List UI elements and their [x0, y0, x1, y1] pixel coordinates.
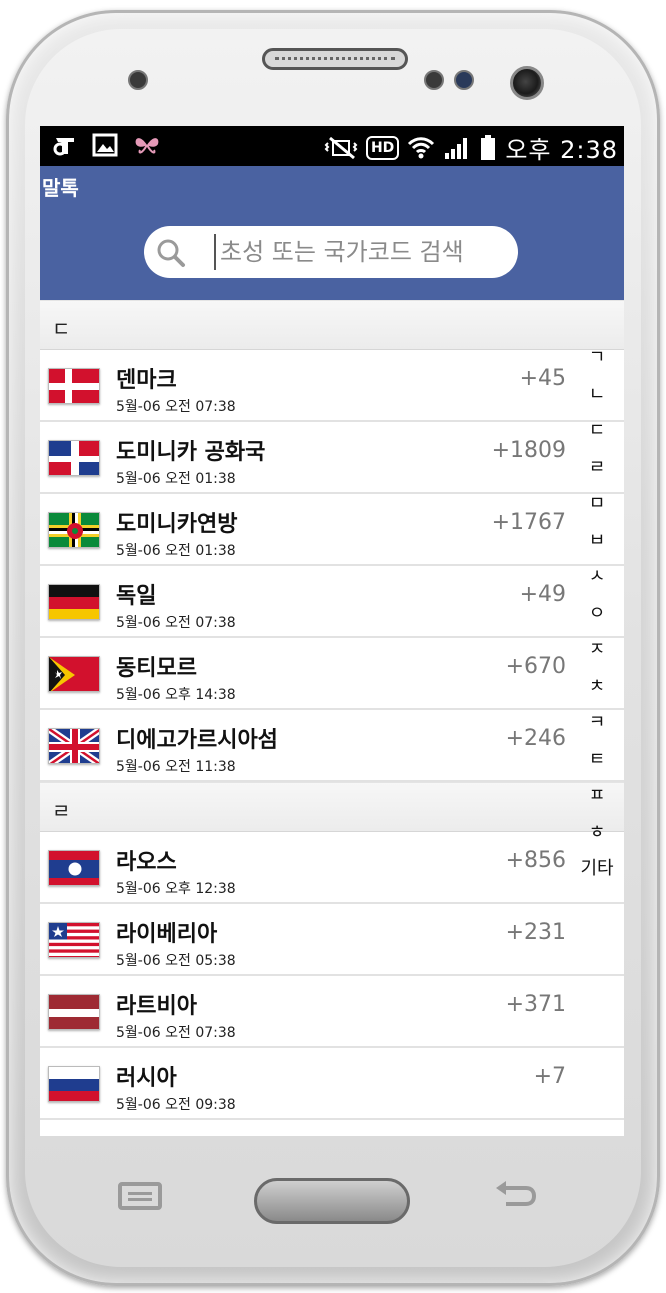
menu-button[interactable]: [118, 1182, 162, 1210]
country-name: 덴마크: [116, 368, 177, 393]
country-name: 라트비아: [116, 994, 197, 1019]
local-time: 5월-06 오후 14:38: [116, 687, 236, 703]
butterfly-icon: [135, 138, 159, 154]
dominica-flag-icon: [48, 512, 100, 548]
laos-flag-icon: [48, 850, 100, 886]
country-code: +246: [505, 726, 566, 751]
country-name: 동티모르: [116, 656, 197, 681]
index-item[interactable]: ㅈ: [589, 632, 606, 669]
index-item[interactable]: ㅅ: [589, 559, 606, 596]
local-time: 5월-06 오전 07:38: [116, 1025, 236, 1041]
front-sensor: [128, 70, 148, 90]
index-item[interactable]: ㅋ: [589, 705, 606, 742]
wifi-icon: [408, 136, 435, 158]
carrier-icon: [53, 138, 74, 156]
country-code: +231: [505, 920, 566, 945]
section-header-label: ㄹ: [52, 799, 71, 823]
index-item[interactable]: ㄹ: [589, 450, 606, 487]
country-code: +670: [505, 654, 566, 679]
liberia-flag-icon: [48, 922, 100, 958]
list-item[interactable]: 동티모르 5월-06 오후 14:38 +670: [40, 638, 624, 710]
mute-vibrate-icon: [324, 136, 358, 159]
country-code: +856: [505, 848, 566, 873]
country-name: 라오스: [116, 850, 177, 875]
index-item[interactable]: ㄱ: [589, 340, 606, 377]
country-code: +7: [533, 1064, 566, 1089]
country-name: 라이베리아: [116, 922, 218, 947]
east-timor-flag-icon: [48, 656, 100, 692]
country-code: +1809: [491, 438, 566, 463]
home-button[interactable]: [254, 1178, 410, 1224]
index-item[interactable]: 기타: [580, 851, 613, 888]
earpiece-speaker: [262, 48, 408, 70]
index-item[interactable]: ㅌ: [589, 742, 606, 779]
list-item[interactable]: 독일 5월-06 오전 07:38 +49: [40, 566, 624, 638]
country-code: +45: [519, 366, 566, 391]
list-item[interactable]: 라트비아 5월-06 오전 07:38 +371: [40, 976, 624, 1048]
light-sensor: [454, 70, 474, 90]
list-item[interactable]: 라이베리아 5월-06 오전 05:38 +231: [40, 904, 624, 976]
local-time: 5월-06 오전 07:38: [116, 615, 236, 631]
local-time: 5월-06 오전 07:38: [116, 399, 236, 415]
local-time: 5월-06 오전 09:38: [116, 1097, 236, 1113]
device-nav-buttons: [0, 1160, 666, 1240]
index-item[interactable]: ㄴ: [589, 377, 606, 414]
russia-flag-icon: [48, 1066, 100, 1102]
country-code: +371: [505, 992, 566, 1017]
dominican-republic-flag-icon: [48, 440, 100, 476]
local-time: 5월-06 오전 11:38: [116, 759, 236, 775]
local-time: 5월-06 오전 05:38: [116, 953, 236, 969]
search-box[interactable]: [144, 226, 518, 278]
list-item[interactable]: 도미니카 공화국 5월-06 오전 01:38 +1809: [40, 422, 624, 494]
hd-icon: HD: [365, 135, 400, 160]
list-item[interactable]: 디에고가르시아섬 5월-06 오전 11:38 +246: [40, 710, 624, 782]
germany-flag-icon: [48, 584, 100, 620]
index-item[interactable]: ㅎ: [589, 815, 606, 852]
country-name: 도미니카연방: [116, 512, 238, 537]
country-list: ㄷ 덴마크 5월-06 오전 07:38 +45 도미니카 공화국 5월-06 …: [40, 300, 624, 1120]
index-item[interactable]: ㄷ: [589, 413, 606, 450]
status-time: 오후 2:38: [505, 136, 618, 164]
list-item[interactable]: 러시아 5월-06 오전 09:38 +7: [40, 1048, 624, 1120]
section-header: ㄹ: [40, 782, 624, 832]
country-name: 독일: [116, 584, 157, 609]
country-name: 러시아: [116, 1066, 177, 1091]
battery-icon: [481, 134, 496, 160]
signal-icon: [445, 137, 468, 159]
index-item[interactable]: ㅂ: [589, 523, 606, 560]
app-header: 말톡: [40, 166, 624, 300]
country-code: +49: [519, 582, 566, 607]
country-name: 도미니카 공화국: [116, 440, 266, 465]
uk-flag-icon: [48, 728, 100, 764]
front-camera: [510, 66, 544, 100]
proximity-sensor: [424, 70, 444, 90]
section-header: ㄷ: [40, 300, 624, 350]
index-item[interactable]: ㅍ: [589, 778, 606, 815]
back-button[interactable]: [494, 1178, 538, 1214]
gallery-icon: [92, 133, 118, 157]
index-item[interactable]: ㅁ: [589, 486, 606, 523]
index-item[interactable]: ㅊ: [589, 669, 606, 706]
list-item[interactable]: 도미니카연방 5월-06 오전 01:38 +1767: [40, 494, 624, 566]
status-bar: HD 오후 2:38: [40, 126, 624, 166]
screen: HD 오후 2:38 말톡 초성 또는 국가코드 검색 ㄷ 덴마크 5월-06 …: [40, 126, 624, 1136]
latvia-flag-icon: [48, 994, 100, 1030]
country-code: +1767: [491, 510, 566, 535]
local-time: 5월-06 오후 12:38: [116, 881, 236, 897]
search-icon[interactable]: [156, 238, 186, 268]
search-input[interactable]: [214, 234, 504, 270]
alphabet-index-bar[interactable]: ㄱ ㄴ ㄷ ㄹ ㅁ ㅂ ㅅ ㅇ ㅈ ㅊ ㅋ ㅌ ㅍ ㅎ 기타: [572, 340, 622, 888]
list-item[interactable]: 덴마크 5월-06 오전 07:38 +45: [40, 350, 624, 422]
list-item[interactable]: 라오스 5월-06 오후 12:38 +856: [40, 832, 624, 904]
app-title: 말톡: [42, 176, 79, 200]
section-header-label: ㄷ: [52, 317, 71, 341]
denmark-flag-icon: [48, 368, 100, 404]
country-name: 디에고가르시아섬: [116, 728, 278, 753]
local-time: 5월-06 오전 01:38: [116, 471, 236, 487]
local-time: 5월-06 오전 01:38: [116, 543, 236, 559]
index-item[interactable]: ㅇ: [589, 596, 606, 633]
